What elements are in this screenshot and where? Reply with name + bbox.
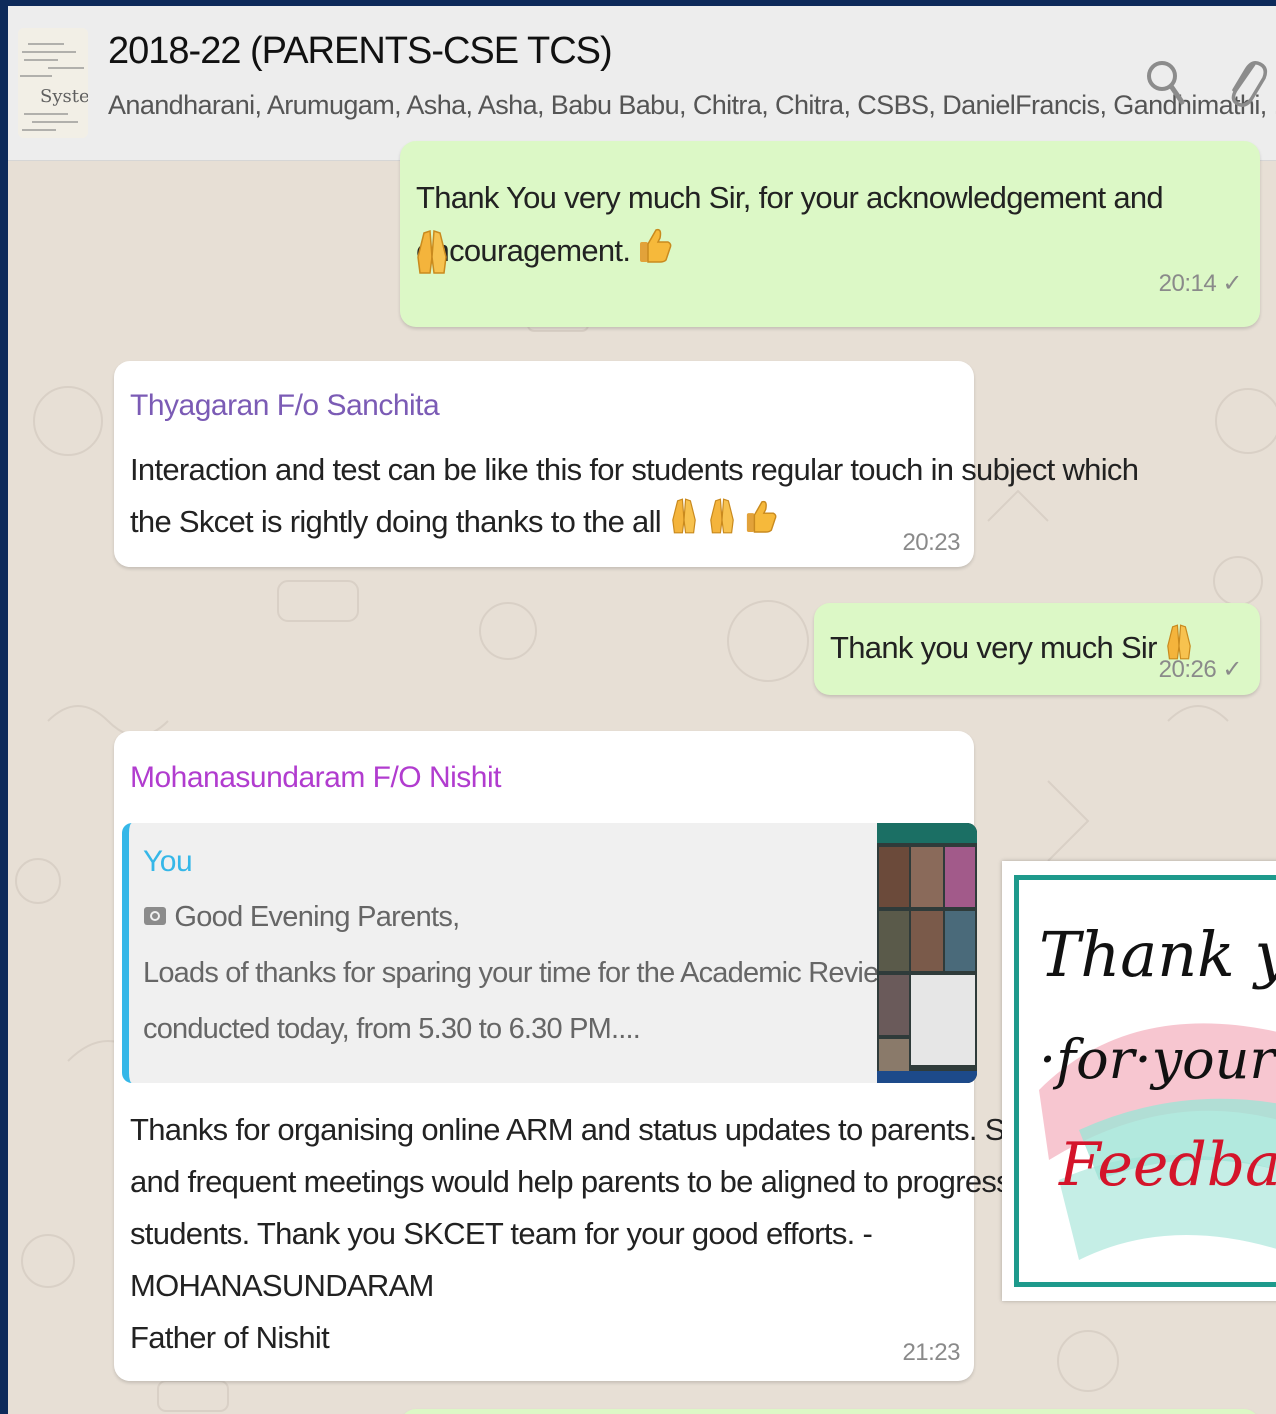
card-text-line: Feedbac — [1059, 1130, 1276, 1200]
group-avatar[interactable]: Systen — [18, 28, 88, 138]
card-text-line: ·for·your — [1039, 1028, 1276, 1091]
message-bubble-outgoing[interactable]: Thank you very much Sir 20:26 ✓ — [814, 603, 1260, 695]
quoted-text-line: conducted today, from 5.30 to 6.30 PM...… — [143, 1013, 641, 1045]
folded-hands-icon — [669, 496, 699, 552]
message-text-content: the Skcet is rightly doing thanks to the… — [130, 504, 662, 539]
app-window: Systen 2018-22 (PARENTS-CSE TCS) Anandha… — [8, 6, 1276, 1414]
thank-you-feedback-image: Thank yo ·for·your Feedbac — [1002, 861, 1276, 1301]
image-border: Thank yo ·for·your Feedbac — [1014, 875, 1276, 1287]
quoted-text-line: Good Evening Parents, — [143, 901, 460, 935]
message-sender[interactable]: Mohanasundaram F/O Nishit — [130, 761, 502, 795]
quoted-message[interactable]: You Good Evening Parents, Loads of thank… — [122, 823, 977, 1083]
folded-hands-icon — [416, 227, 448, 282]
message-text-line: the Skcet is rightly doing thanks to the… — [130, 495, 777, 552]
message-text-line: Interaction and test can be like this fo… — [130, 452, 1139, 487]
message-bubble-outgoing[interactable] — [400, 1409, 1260, 1414]
quoted-text-line: Loads of thanks for sparing your time fo… — [143, 957, 977, 989]
read-check-icon: ✓ — [1222, 656, 1242, 683]
message-time-text: 20:14 — [1158, 270, 1217, 297]
card-text-line: Thank yo — [1039, 918, 1276, 991]
message-text-line: Father of Nishit — [130, 1320, 330, 1355]
message-text-content: Thank You very much Sir, for your acknow… — [416, 180, 1164, 268]
quoted-text-content: Good Evening Parents, — [174, 901, 460, 933]
message-time: 20:26 ✓ — [1158, 655, 1243, 684]
message-text-line: students. Thank you SKCET team for your … — [130, 1216, 873, 1251]
camera-icon — [143, 902, 167, 935]
thumbs-up-icon — [745, 497, 777, 551]
paperclip-icon[interactable] — [1224, 56, 1268, 110]
message-time: 21:23 — [902, 1339, 960, 1366]
thumbs-up-icon — [638, 226, 672, 280]
message-text: Thank you very much Sir — [830, 621, 1193, 678]
message-text-content: Thank you very much Sir — [830, 630, 1157, 665]
word-cloud-image: Systen — [18, 28, 88, 138]
message-list[interactable]: Thank You very much Sir, for your acknow… — [8, 141, 1276, 1414]
group-title[interactable]: 2018-22 (PARENTS-CSE TCS) — [108, 30, 613, 73]
message-text-line: Thanks for organising online ARM and sta… — [130, 1112, 1153, 1147]
message-bubble-incoming[interactable]: Mohanasundaram F/O Nishit You Good Eveni… — [114, 731, 1153, 1381]
quoted-author: You — [143, 845, 193, 878]
quoted-image-thumbnail[interactable] — [877, 823, 977, 1083]
chat-header[interactable]: Systen 2018-22 (PARENTS-CSE TCS) Anandha… — [8, 6, 1276, 161]
read-check-icon: ✓ — [1222, 270, 1242, 297]
message-bubble-incoming[interactable]: Thyagaran F/o Sanchita Interaction and t… — [114, 361, 1139, 567]
message-text-line: MOHANASUNDARAM — [130, 1268, 434, 1303]
message-text-line: and frequent meetings would help parents… — [130, 1164, 1044, 1199]
message-time: 20:23 — [902, 529, 960, 556]
folded-hands-icon — [707, 496, 737, 552]
message-time-text: 20:26 — [1158, 656, 1217, 683]
group-members[interactable]: Anandharani, Arumugam, Asha, Asha, Babu … — [108, 90, 1276, 121]
message-sender[interactable]: Thyagaran F/o Sanchita — [130, 389, 440, 423]
message-time: 20:14 ✓ — [1158, 269, 1243, 298]
message-bubble-outgoing[interactable]: Thank You very much Sir, for your acknow… — [400, 141, 1260, 327]
avatar-text: Systen — [40, 86, 88, 107]
search-icon[interactable] — [1144, 56, 1188, 110]
message-text: Thank You very much Sir, for your acknow… — [416, 171, 1236, 280]
